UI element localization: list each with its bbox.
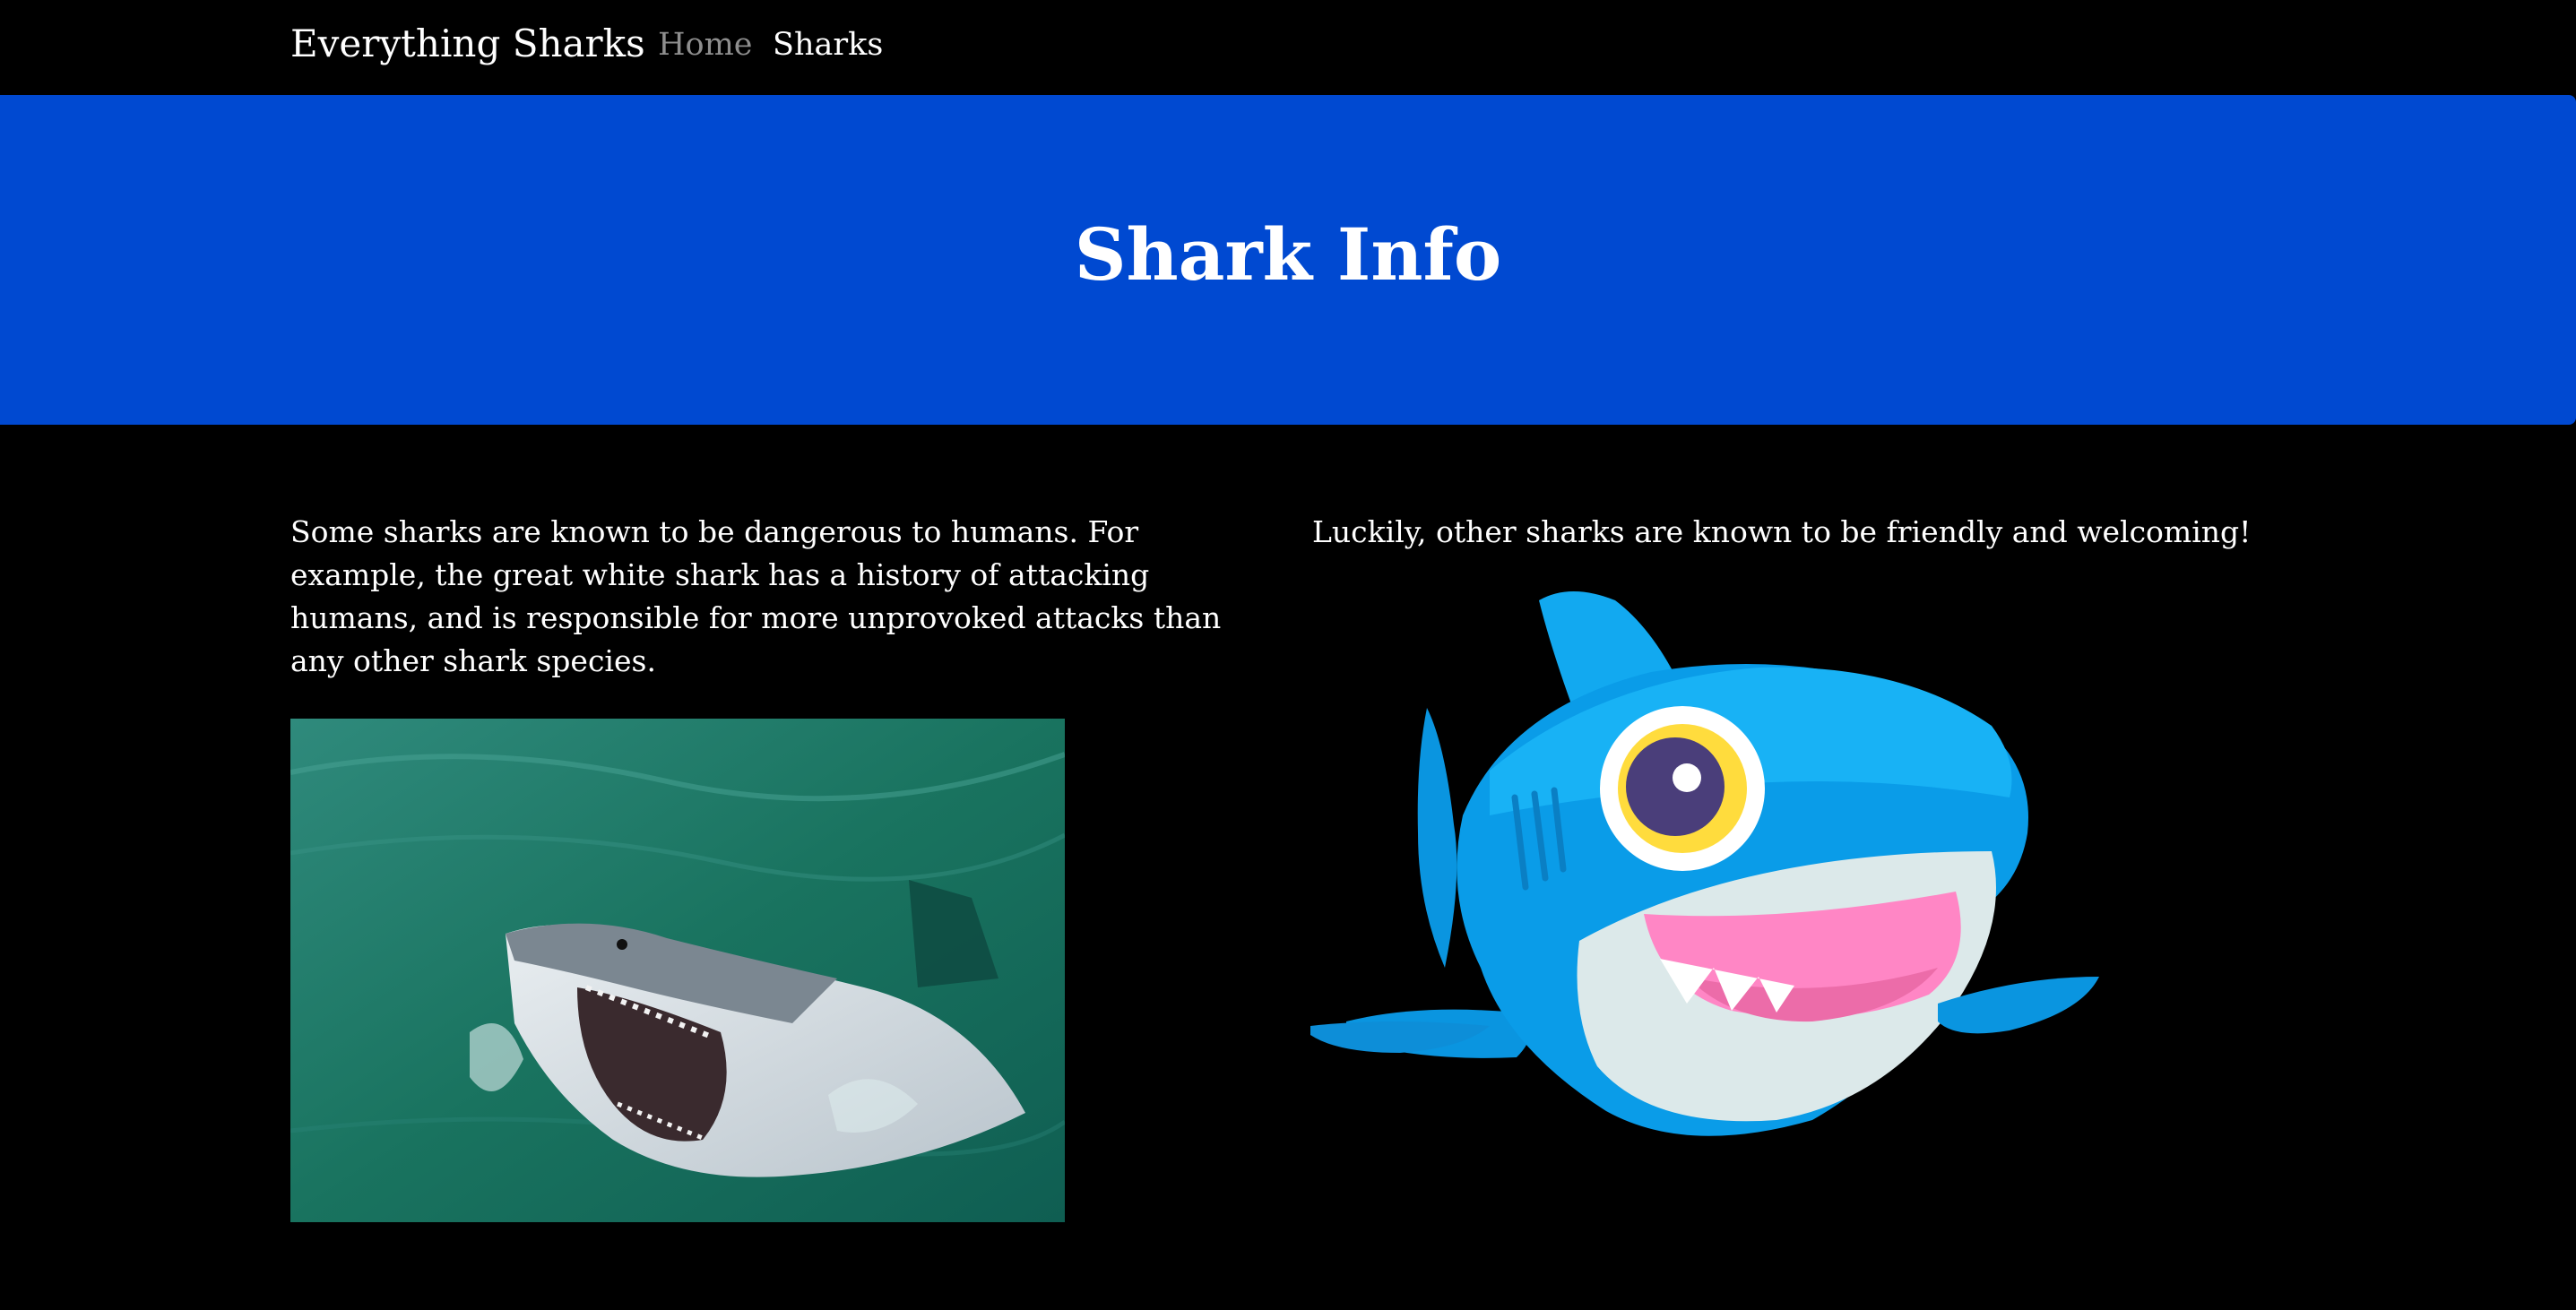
dangerous-sharks-text: Some sharks are known to be dangerous to…: [290, 514, 1222, 678]
cartoon-shark-icon: [1310, 591, 2099, 1136]
nav-link-home[interactable]: Home: [658, 20, 753, 70]
nav-link-sharks[interactable]: Sharks: [773, 20, 883, 70]
friendly-sharks-text: Luckily, other sharks are known to be fr…: [1312, 514, 2252, 549]
friendly-shark-illustration: [1310, 582, 2099, 1147]
top-navbar: Everything Sharks Home Sharks: [0, 0, 2576, 95]
hero-banner: Shark Info: [0, 95, 2576, 425]
left-column: Some sharks are known to be dangerous to…: [290, 511, 1240, 683]
brand-link[interactable]: Everything Sharks: [290, 16, 645, 72]
page-title: Shark Info: [1074, 212, 1502, 297]
great-white-shark-photo: [290, 719, 1065, 1222]
right-column: Luckily, other sharks are known to be fr…: [1312, 511, 2289, 554]
great-white-shark-image: [290, 719, 1065, 1222]
